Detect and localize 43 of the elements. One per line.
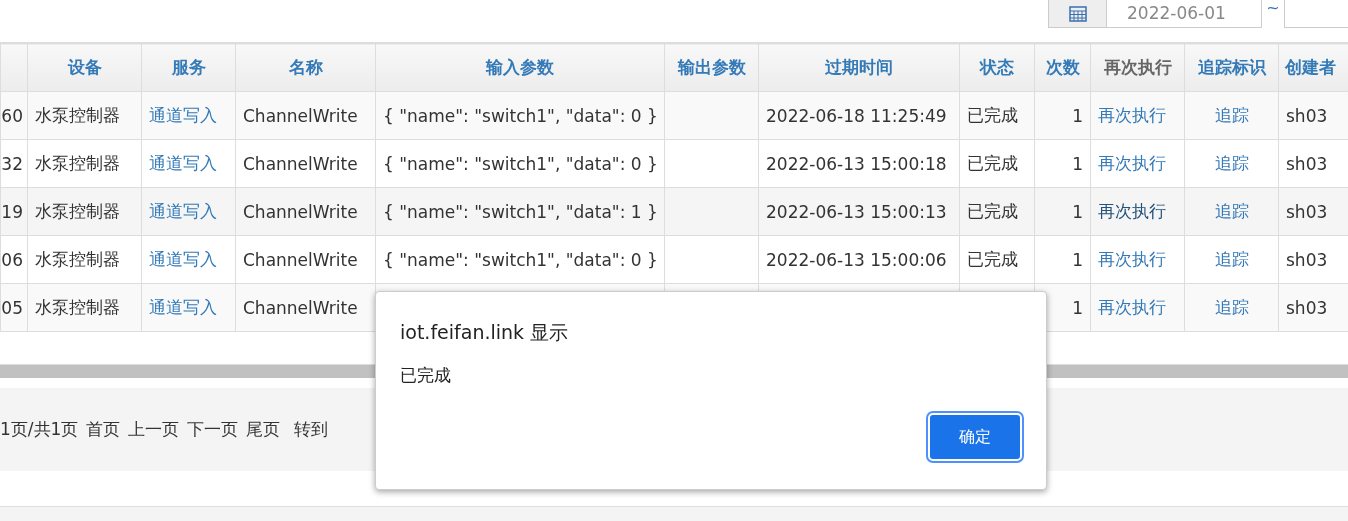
table-cell: 已完成 [967,153,1018,173]
table-cell: sh03 [1286,105,1328,126]
dialog-title: iot.feifan.link 显示 [400,320,570,345]
range-separator: ~ [1265,0,1281,16]
table-cell: { "name": "switch1", "data": 0 } [383,249,658,270]
table-cell: sh03 [1286,297,1328,318]
table-cell: 水泵控制器 [35,297,120,317]
table-cell: ChannelWrite [243,201,358,222]
table-cell: 2022-06-13 15:00:18 [766,153,947,174]
goto-label: 转到 [294,418,329,441]
table-cell: sh03 [1286,201,1328,222]
table-cell: ChannelWrite [243,249,358,270]
dialog-message: 已完成 [400,364,452,387]
table-cell: 已完成 [967,249,1018,269]
table-cell: 19 [1,201,23,222]
table-cell: 05 [1,297,23,318]
table-cell: sh03 [1286,249,1328,270]
table-cell: { "name": "switch1", "data": 0 } [383,153,658,174]
table-cell: ChannelWrite [243,297,358,318]
table-cell: sh03 [1286,153,1328,174]
table-cell: 1 [1072,105,1083,126]
table-cell: 32 [1,153,23,174]
column-header: 再次执行 [1090,43,1185,92]
table-cell: { "name": "switch1", "data": 1 } [383,201,658,222]
table-cell: 水泵控制器 [35,153,120,173]
table-cell: 06 [1,249,23,270]
table-cell: 1 [1072,201,1083,222]
table-cell: 60 [1,105,23,126]
table-cell: 水泵控制器 [35,201,120,221]
table-cell: 1 [1072,297,1083,318]
table-cell: 1 [1072,249,1083,270]
page-info: 1页/共1页 [0,418,79,441]
table-cell: 2022-06-13 15:00:06 [766,249,947,270]
table-cell: ChannelWrite [243,105,358,126]
table-cell: 已完成 [967,201,1018,221]
table-cell: 2022-06-13 15:00:13 [766,201,947,222]
table-cell: 已完成 [967,105,1018,125]
table-cell: 水泵控制器 [35,105,120,125]
table-cell: 水泵控制器 [35,249,120,269]
table-cell: 2022-06-18 11:25:49 [766,105,947,126]
table-cell: { "name": "switch1", "data": 0 } [383,105,658,126]
table-cell: ChannelWrite [243,153,358,174]
table-cell: 1 [1072,153,1083,174]
